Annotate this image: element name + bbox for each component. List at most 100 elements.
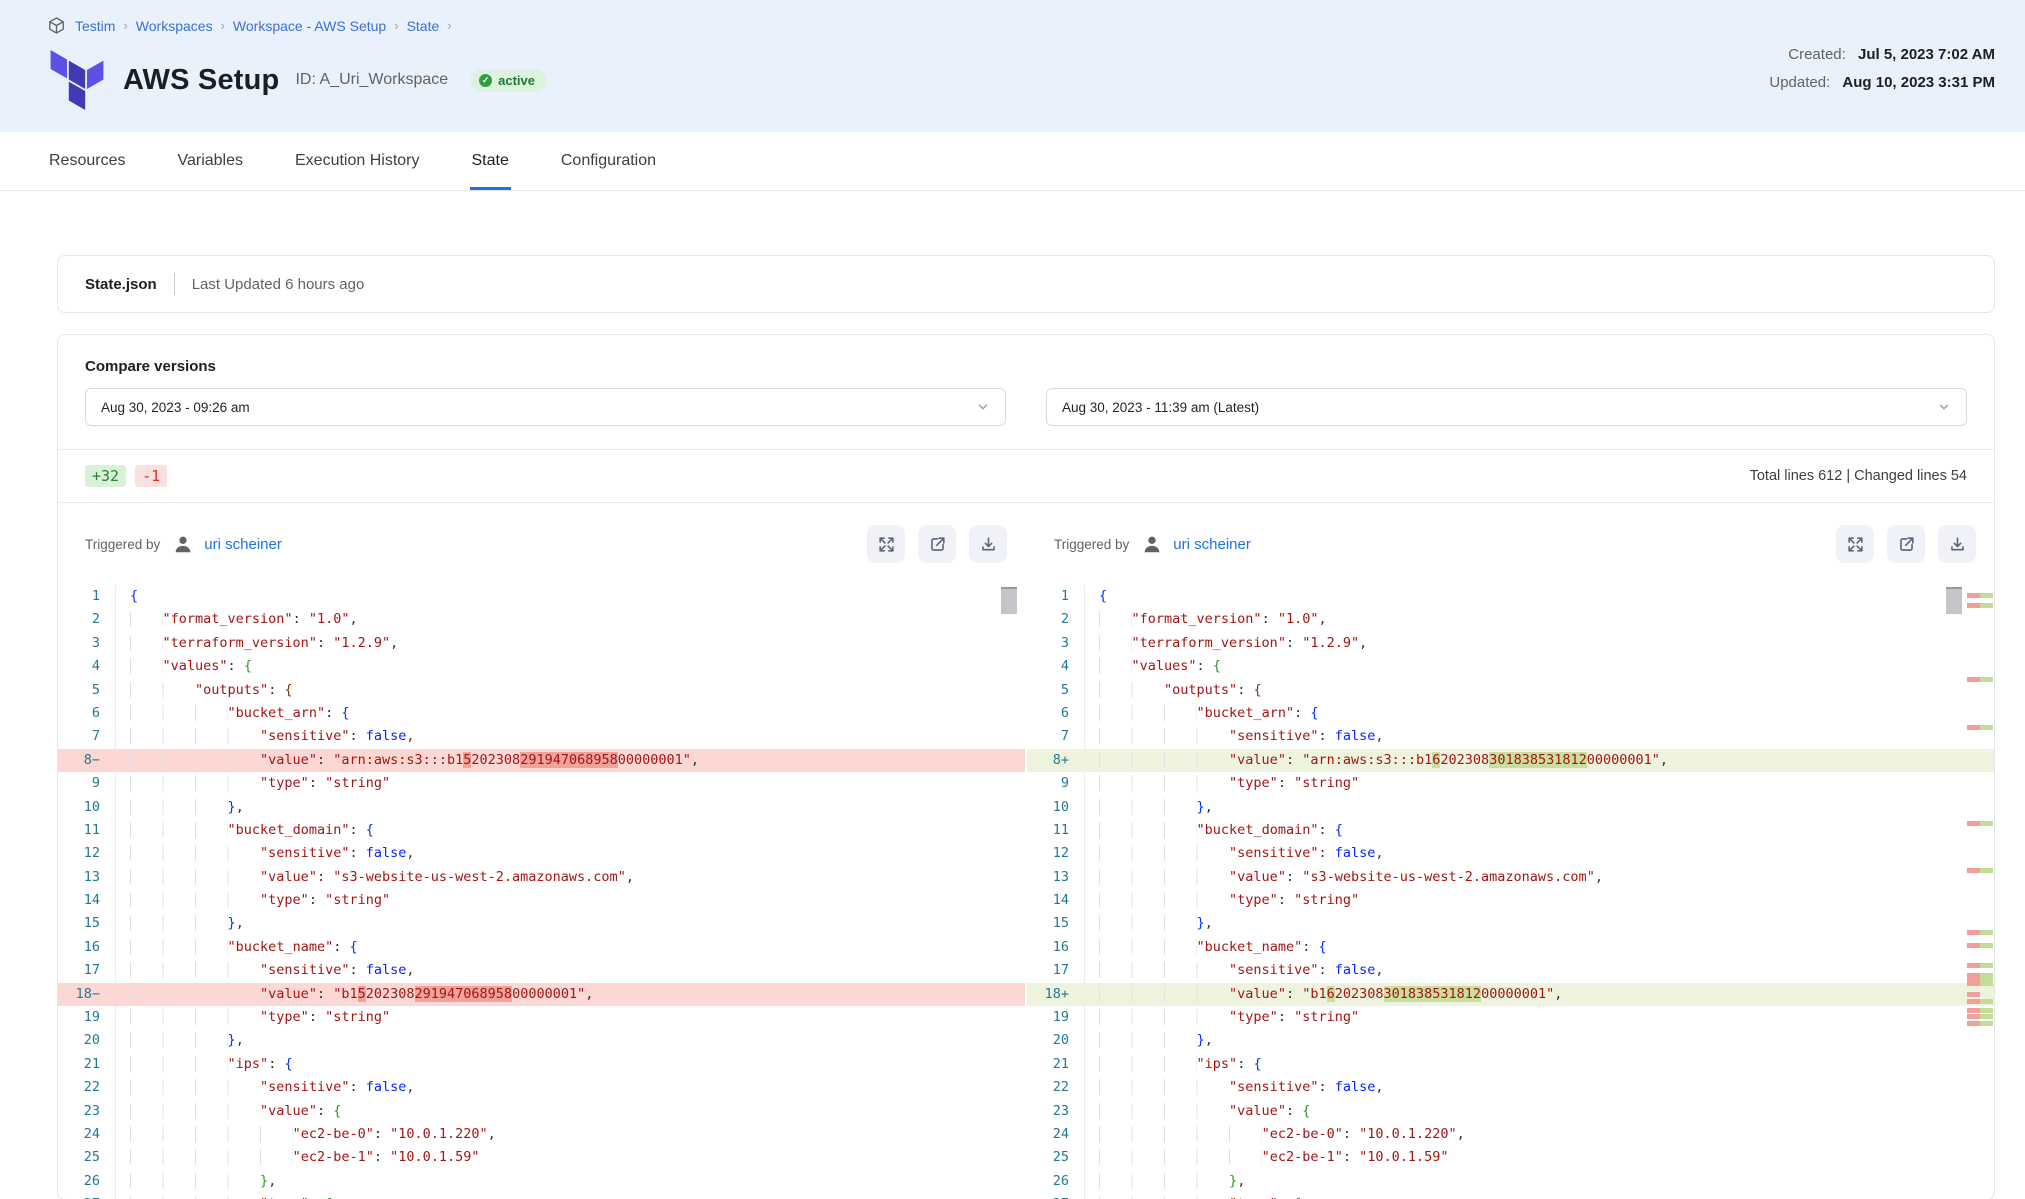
breadcrumb-link[interactable]: Workspaces <box>136 18 213 34</box>
version-select-left[interactable]: Aug 30, 2023 - 09:26 am <box>85 388 1006 426</box>
tab-configuration[interactable]: Configuration <box>559 132 658 190</box>
breadcrumb-separator: › <box>123 18 127 33</box>
user-avatar-icon <box>1141 533 1163 555</box>
tab-variables[interactable]: Variables <box>175 132 245 190</box>
tab-execution-history[interactable]: Execution History <box>293 132 422 190</box>
expand-icon <box>877 535 896 554</box>
line-number: 21 <box>58 1053 116 1076</box>
open-external-button[interactable] <box>918 525 956 563</box>
code-line: 1{ <box>58 585 1025 608</box>
code-line: 15 }, <box>1027 912 1994 935</box>
line-number: 16 <box>58 936 116 959</box>
chevron-down-icon <box>1937 400 1951 414</box>
line-number: 22 <box>1027 1076 1085 1099</box>
ruler-diff-mark <box>1967 868 1994 873</box>
open-external-button[interactable] <box>1887 525 1925 563</box>
ruler-diff-mark <box>1967 930 1994 935</box>
line-number: 14 <box>1027 889 1085 912</box>
code-line: 9 "type": "string" <box>1027 772 1994 795</box>
triggered-by-user[interactable]: uri scheiner <box>204 536 282 553</box>
line-number: 16 <box>1027 936 1085 959</box>
line-number: 4 <box>1027 655 1085 678</box>
breadcrumb-link[interactable]: Testim <box>75 18 115 34</box>
tab-resources[interactable]: Resources <box>47 132 127 190</box>
line-number: 6 <box>1027 702 1085 725</box>
code-line: 22 "sensitive": false, <box>58 1076 1025 1099</box>
line-number: 27 <box>1027 1193 1085 1199</box>
code-line: 20 }, <box>1027 1029 1994 1052</box>
code-diff-editor-left[interactable]: 1{2 "format_version": "1.0",3 "terraform… <box>58 585 1025 1199</box>
line-number: 3 <box>58 632 116 655</box>
code-line: 3 "terraform_version": "1.2.9", <box>58 632 1025 655</box>
line-number: 23 <box>1027 1100 1085 1123</box>
code-diff-editor-right[interactable]: 1{2 "format_version": "1.0",3 "terraform… <box>1027 585 1994 1199</box>
breadcrumb-link[interactable]: State <box>407 18 440 34</box>
line-number: 9 <box>1027 772 1085 795</box>
line-number: 25 <box>58 1146 116 1169</box>
version-select-right-value: Aug 30, 2023 - 11:39 am (Latest) <box>1062 400 1259 415</box>
code-line: 12 "sensitive": false, <box>58 842 1025 865</box>
line-number: 17 <box>58 959 116 982</box>
download-icon <box>979 535 998 554</box>
code-line: 8− "value": "arn:aws:s3:::b1520230829194… <box>58 749 1025 772</box>
code-line: 17 "sensitive": false, <box>1027 959 1994 982</box>
line-number: 11 <box>1027 819 1085 842</box>
line-number: 24 <box>1027 1123 1085 1146</box>
ruler-diff-mark <box>1967 992 1994 997</box>
updated-value: Aug 10, 2023 3:31 PM <box>1842 74 1995 91</box>
panel-header-right: Triggered by uri scheiner <box>1027 503 1994 585</box>
code-line: 15 }, <box>58 912 1025 935</box>
breadcrumb-items: Testim›Workspaces›Workspace - AWS Setup›… <box>75 18 460 34</box>
diff-totals-text: Total lines 612 | Changed lines 54 <box>1750 468 1967 484</box>
state-file-name: State.json <box>85 276 157 293</box>
triggered-by-user[interactable]: uri scheiner <box>1173 536 1251 553</box>
scrollbar-thumb[interactable] <box>1001 587 1017 614</box>
line-number: 13 <box>58 866 116 889</box>
code-line: 16 "bucket_name": { <box>1027 936 1994 959</box>
added-lines-chip: +32 <box>85 465 126 487</box>
download-button[interactable] <box>969 525 1007 563</box>
breadcrumb-link[interactable]: Workspace - AWS Setup <box>233 18 386 34</box>
diff-panel-left: Triggered by uri scheiner <box>58 503 1025 1199</box>
code-line: 1{ <box>1027 585 1994 608</box>
scrollbar-thumb[interactable] <box>1946 587 1962 614</box>
ruler-diff-mark <box>1967 1021 1994 1026</box>
created-label: Created: <box>1788 46 1846 63</box>
code-line: 20 }, <box>58 1029 1025 1052</box>
last-updated-text: Last Updated 6 hours ago <box>192 276 365 293</box>
workspace-id: ID: A_Uri_Workspace <box>295 71 448 89</box>
line-number: 19 <box>58 1006 116 1029</box>
status-check-icon: ✓ <box>479 74 492 87</box>
line-number: 4 <box>58 655 116 678</box>
version-select-right[interactable]: Aug 30, 2023 - 11:39 am (Latest) <box>1046 388 1967 426</box>
ruler-diff-mark <box>1967 603 1994 608</box>
expand-icon <box>1846 535 1865 554</box>
code-line: 6 "bucket_arn": { <box>58 702 1025 725</box>
code-line: 7 "sensitive": false, <box>1027 725 1994 748</box>
line-number: 20 <box>58 1029 116 1052</box>
removed-lines-chip: -1 <box>135 465 167 487</box>
title-row: AWS Setup ID: A_Uri_Workspace ✓ active C… <box>47 48 1995 112</box>
download-button[interactable] <box>1938 525 1976 563</box>
status-badge: ✓ active <box>470 69 547 92</box>
code-line: 23 "value": { <box>58 1100 1025 1123</box>
ruler-diff-mark <box>1967 821 1994 826</box>
breadcrumb: Testim›Workspaces›Workspace - AWS Setup›… <box>47 16 1995 35</box>
diff-panels: Triggered by uri scheiner <box>58 503 1994 1199</box>
line-number: 27 <box>58 1193 116 1199</box>
external-link-icon <box>1897 535 1916 554</box>
expand-button[interactable] <box>867 525 905 563</box>
line-number: 26 <box>1027 1170 1085 1193</box>
code-line: 9 "type": "string" <box>58 772 1025 795</box>
line-number: 23 <box>58 1100 116 1123</box>
expand-button[interactable] <box>1836 525 1874 563</box>
cube-icon <box>47 16 66 35</box>
code-line: 3 "terraform_version": "1.2.9", <box>1027 632 1994 655</box>
tab-state[interactable]: State <box>470 132 511 190</box>
line-number: 15 <box>1027 912 1085 935</box>
ruler-diff-mark <box>1967 1014 1994 1019</box>
compare-versions-title: Compare versions <box>58 335 1994 375</box>
code-line: 14 "type": "string" <box>58 889 1025 912</box>
code-line: 21 "ips": { <box>58 1053 1025 1076</box>
code-line: 22 "sensitive": false, <box>1027 1076 1994 1099</box>
